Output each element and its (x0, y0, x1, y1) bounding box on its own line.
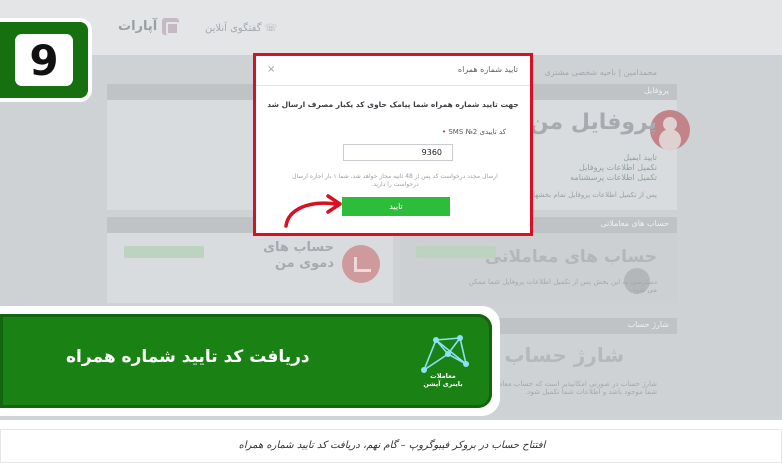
trading-section-label: حساب های معاملاتی (600, 219, 669, 228)
profile-item-email[interactable]: تایید ایمیل (623, 153, 657, 162)
chat-icon: ☏ (261, 23, 278, 34)
profile-title: پروفایل من (529, 110, 657, 135)
share-section-label: شارژ حساب (627, 320, 669, 329)
share-title: شارژ حساب (504, 343, 624, 367)
code-field-label: کد تاییدی SMS №2 • (442, 128, 506, 136)
online-chat-link[interactable]: ☏ گفتگوی آنلاین (205, 23, 277, 34)
network-logo-icon (421, 335, 469, 373)
code-label-text: کد تاییدی SMS №2 (448, 128, 506, 136)
chat-link-label: گفتگوی آنلاین (205, 23, 262, 34)
share-desc: شارژ حساب در صورتی امکانپذیر است که حساب… (486, 380, 657, 396)
caption-box: افتتاح حساب در بروکر فیبوگروپ – گام نهم،… (0, 429, 782, 463)
modal-title: تایید شماره همراه (457, 65, 518, 74)
binary-options-logo: معاملات باینری آپشن (414, 334, 472, 392)
profile-item-questionnaire[interactable]: تکمیل اطلاعات پرسشنامه (570, 173, 657, 182)
trading-accounts-title: حساب های معاملاتی (484, 247, 657, 267)
brand-name: آپارات (118, 19, 158, 34)
modal-header: تایید شماره همراه × (256, 56, 530, 86)
demo-accounts-title: حساب های دموی من (263, 240, 334, 271)
site-header: آپارات ☏ گفتگوی آنلاین (0, 0, 782, 55)
profile-section-label: پروفایل (643, 86, 669, 95)
image-caption: افتتاح حساب در بروکر فیبوگروپ – گام نهم،… (238, 440, 546, 451)
brand-icon (162, 18, 180, 35)
logo-text: معاملات باینری آپشن (414, 372, 472, 388)
profile-item-details[interactable]: تکمیل اطلاعات پروفایل (579, 163, 657, 172)
screenshot-frame: آپارات ☏ گفتگوی آنلاین محمدامین | ناحیه … (0, 0, 782, 420)
banner-title: دریافت کد تایید شماره همراه (66, 347, 310, 367)
verification-code-input[interactable] (343, 144, 453, 161)
step-banner: دریافت کد تایید شماره همراه معاملات باین… (0, 306, 500, 416)
pointer-arrow-icon (284, 194, 342, 228)
required-marker: • (441, 128, 447, 136)
modal-heading: جهت تایید شماره همراه شما پیامک حاوی کد … (267, 100, 519, 109)
step-badge: 9 (0, 18, 92, 102)
step-banner-body: دریافت کد تایید شماره همراه معاملات باین… (0, 314, 492, 408)
breadcrumb: محمدامین | ناحیه شخصی مشتری (544, 68, 657, 77)
trading-accounts-desc: دسترسی به این بخش پس از تکمیل اطلاعات پر… (468, 278, 657, 294)
logo-text-line1: معاملات (430, 372, 456, 380)
confirm-button[interactable]: تایید (342, 197, 450, 216)
close-icon[interactable]: × (267, 64, 275, 75)
resend-note: ارسال مجدد درخواست کد پس از 48 ثانیه مجا… (292, 173, 498, 188)
step-number: 9 (15, 34, 73, 86)
brand-logo[interactable]: آپارات (118, 18, 180, 35)
logo-text-line2: باینری آپشن (423, 380, 463, 389)
bar-chart-icon (342, 245, 380, 283)
open-demo-button[interactable] (124, 246, 204, 258)
